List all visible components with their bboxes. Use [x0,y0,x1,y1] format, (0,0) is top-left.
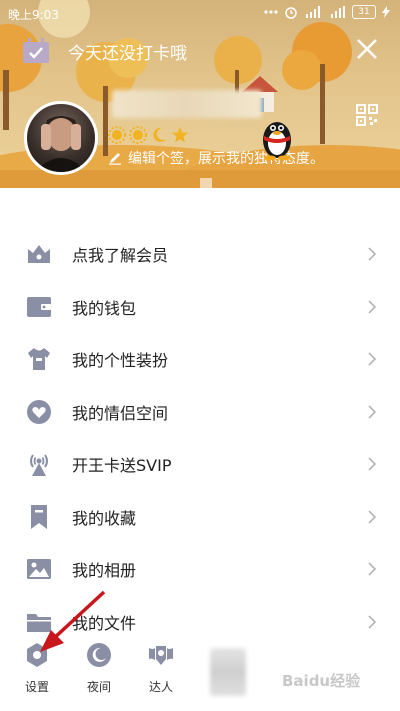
menu-label: 点我了解会员 [72,246,169,266]
signal-icon [306,6,320,18]
menu-label: 我的相册 [72,561,137,581]
chevron-right-icon [368,510,376,524]
signal-2-icon [331,6,345,18]
calendar-check-icon [23,38,49,63]
menu-label: 我的收藏 [72,508,137,528]
chevron-right-icon [368,615,376,629]
chevron-right-icon [368,247,376,261]
chevron-right-icon [368,562,376,576]
menu-label: 我的个性装扮 [72,351,169,371]
winged-shield-icon [149,646,173,665]
menu-item-personalization[interactable]: 我的个性装扮 [0,333,400,386]
menu-item-wangka-svip[interactable]: 开王卡送SVIP [0,438,400,491]
checkin-text: 今天还没打卡哦 [68,43,187,64]
moon-badge-icon [153,127,166,142]
level-badges[interactable] [108,126,189,144]
wallet-icon [27,296,51,317]
expert-label: 达人 [148,680,173,694]
status-time: 晚上9:03 [8,8,59,22]
settings-label: 设置 [24,680,49,694]
sun-badge-icon [108,126,126,144]
status-icons: 31 [264,5,390,19]
charging-icon [382,6,390,18]
qq-penguin-icon[interactable] [258,112,296,160]
settings-button[interactable]: 设置 [12,642,62,695]
folder-icon [27,613,51,632]
photo-album-icon [27,559,51,580]
star-badge-icon [172,127,188,143]
dots-icon [264,10,278,14]
battery-indicator: 31 [352,5,376,19]
couple-heart-icon [27,399,51,424]
tshirt-icon [28,348,50,371]
baidu-watermark: Baidu经验 [282,672,361,690]
menu-item-photo-album[interactable]: 我的相册 [0,543,400,596]
qr-code-icon[interactable] [356,104,378,126]
menu-item-couple-space[interactable]: 我的情侣空间 [0,386,400,439]
close-icon[interactable] [354,36,380,62]
menu-label: 开王卡送SVIP [72,456,172,476]
expert-button[interactable]: 达人 [136,642,186,695]
chevron-right-icon [368,457,376,471]
profile-header: 晚上9:03 31 今天还没打卡哦 编辑个签，展示我的独特态度。 [0,0,400,188]
alarm-icon [285,7,297,19]
blurred-element [210,648,246,696]
pencil-icon [109,153,121,165]
menu-item-membership[interactable]: 点我了解会员 [0,228,400,281]
chevron-right-icon [368,300,376,314]
menu-label: 我的文件 [72,613,137,633]
sun-badge-icon [129,126,147,144]
chevron-right-icon [368,352,376,366]
status-bar: 晚上9:03 31 [0,0,400,28]
signal-tower-icon [30,454,48,477]
night-mode-button[interactable]: 夜间 [74,642,124,695]
menu-item-wallet[interactable]: 我的钱包 [0,281,400,334]
checkin-bar[interactable]: 今天还没打卡哦 [22,36,187,66]
menu-label: 我的钱包 [72,298,137,318]
avatar-image [35,116,87,172]
nickname-blurred [112,90,262,118]
bookmark-icon [31,504,47,529]
menu-list: 点我了解会员 我的钱包 我的个性装扮 我的情侣空间 开王卡送SVIP 我的收藏 … [0,228,400,648]
gear-icon [27,643,47,667]
avatar[interactable] [24,101,98,175]
crown-icon [28,245,50,264]
chevron-right-icon [368,405,376,419]
menu-label: 我的情侣空间 [72,403,169,423]
night-mode-label: 夜间 [86,680,111,694]
menu-item-favorites[interactable]: 我的收藏 [0,491,400,544]
moon-icon [87,643,111,667]
